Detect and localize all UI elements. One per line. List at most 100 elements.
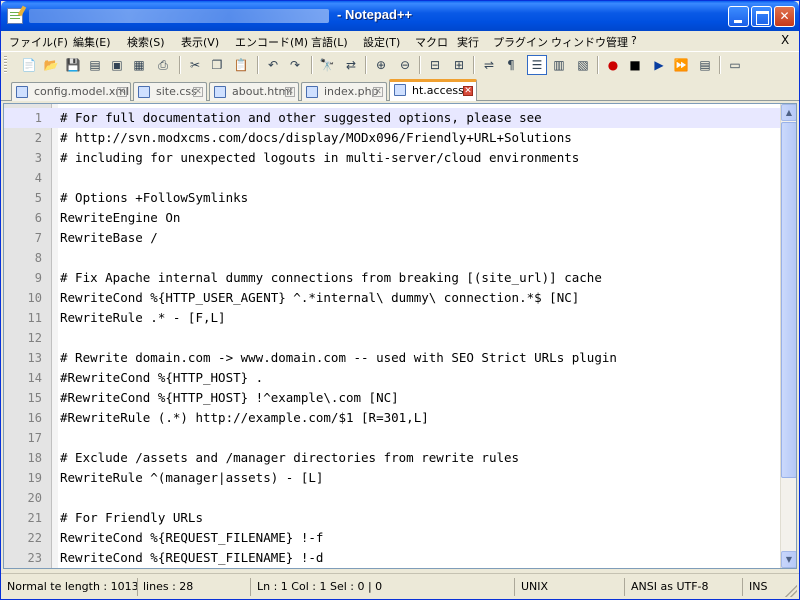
menu-edit[interactable]: 編集(E) [73, 34, 111, 50]
menu-settings[interactable]: 設定(T) [363, 34, 400, 50]
resize-grip[interactable] [785, 585, 797, 597]
run-macro-multiple-icon[interactable]: ⏩ [671, 55, 691, 75]
code-text[interactable]: RewriteRule .* - [F,L] [60, 308, 226, 328]
menu-view[interactable]: 表示(V) [181, 34, 219, 50]
scroll-up-icon[interactable]: ▲ [781, 104, 796, 121]
close-document-button[interactable]: X [781, 33, 789, 47]
close-all-icon[interactable]: ▦ [129, 55, 149, 75]
close-icon[interactable]: ▣ [107, 55, 127, 75]
code-text[interactable]: # Options +FollowSymlinks [60, 188, 248, 208]
play-macro-icon[interactable]: ▶ [649, 55, 669, 75]
tab-close-icon[interactable]: ✕ [285, 87, 295, 97]
minimize-button[interactable] [728, 6, 749, 27]
tab-index-php[interactable]: index.php ✕ [301, 82, 387, 101]
new-file-icon[interactable]: 📄 [19, 55, 39, 75]
user-lang-icon[interactable]: ▥ [549, 55, 569, 75]
scroll-thumb[interactable] [781, 122, 796, 478]
vertical-scrollbar[interactable]: ▲ ▼ [780, 104, 796, 568]
tab-site-css[interactable]: site.css ✕ [133, 82, 207, 101]
menu-search[interactable]: 検索(S) [127, 34, 165, 50]
code-text[interactable]: RewriteBase / [60, 228, 158, 248]
code-text[interactable]: # Exclude /assets and /manager directori… [60, 448, 519, 468]
code-line[interactable]: 12 [4, 328, 780, 348]
code-text[interactable]: #RewriteRule (.*) http://example.com/$1 … [60, 408, 429, 428]
print-icon[interactable]: ⎙ [153, 55, 173, 75]
code-text[interactable]: # http://svn.modxcms.com/docs/display/MO… [60, 128, 572, 148]
notepadpp-app-icon[interactable] [7, 8, 23, 24]
code-line[interactable]: 5 # Options +FollowSymlinks [4, 188, 780, 208]
code-line[interactable]: 1 # For full documentation and other sugg… [4, 108, 780, 128]
tab-close-icon[interactable]: ✕ [117, 87, 127, 97]
code-line[interactable]: 4 [4, 168, 780, 188]
code-line[interactable]: 10 RewriteCond %{HTTP_USER_AGENT} ^.*inte… [4, 288, 780, 308]
menu-language[interactable]: 言語(L) [311, 34, 348, 50]
menu-encoding[interactable]: エンコード(M) [235, 34, 308, 50]
code-text[interactable]: # including for unexpected logouts in mu… [60, 148, 579, 168]
tab-close-icon[interactable]: ✕ [193, 87, 203, 97]
maximize-button[interactable] [751, 6, 772, 27]
code-text[interactable]: RewriteRule ^(manager|assets) - [L] [60, 468, 323, 488]
paste-icon[interactable]: 📋 [231, 55, 251, 75]
scroll-down-icon[interactable]: ▼ [781, 551, 796, 568]
code-text[interactable]: RewriteCond %{REQUEST_FILENAME} !-f [60, 528, 323, 548]
toolbar-grip[interactable] [4, 56, 7, 74]
code-line[interactable]: 9 # Fix Apache internal dummy connections… [4, 268, 780, 288]
cut-icon[interactable]: ✂ [185, 55, 205, 75]
undo-icon[interactable]: ↶ [263, 55, 283, 75]
code-text[interactable]: # Rewrite domain.com -> www.domain.com -… [60, 348, 617, 368]
indent-guide-icon[interactable]: ☰ [527, 55, 547, 75]
menu-run[interactable]: 実行 [457, 34, 479, 50]
code-line[interactable]: 19 RewriteRule ^(manager|assets) - [L] [4, 468, 780, 488]
code-line[interactable]: 11 RewriteRule .* - [F,L] [4, 308, 780, 328]
code-text[interactable]: # Fix Apache internal dummy connections … [60, 268, 602, 288]
save-all-icon[interactable]: ▤ [85, 55, 105, 75]
save-icon[interactable]: 💾 [63, 55, 83, 75]
menu-macro[interactable]: マクロ [415, 34, 448, 50]
code-line[interactable]: 18 # Exclude /assets and /manager directo… [4, 448, 780, 468]
menu-window[interactable]: ウィンドウ管理 [551, 34, 628, 50]
code-line[interactable]: 3 # including for unexpected logouts in m… [4, 148, 780, 168]
redo-icon[interactable]: ↷ [285, 55, 305, 75]
sync-v-icon[interactable]: ⊟ [425, 55, 445, 75]
doc-map-icon[interactable]: ▧ [573, 55, 593, 75]
close-window-button[interactable]: ✕ [774, 6, 795, 27]
code-line[interactable]: 7 RewriteBase / [4, 228, 780, 248]
tab-close-icon[interactable]: ✕ [373, 87, 383, 97]
code-line[interactable]: 15 #RewriteCond %{HTTP_HOST} !^example\.c… [4, 388, 780, 408]
code-line[interactable]: 14 #RewriteCond %{HTTP_HOST} . [4, 368, 780, 388]
record-macro-icon[interactable]: ● [603, 55, 623, 75]
zoom-out-icon[interactable]: ⊖ [395, 55, 415, 75]
launch-icon[interactable]: ▭ [725, 55, 745, 75]
save-macro-icon[interactable]: ▤ [695, 55, 715, 75]
copy-icon[interactable]: ❐ [207, 55, 227, 75]
code-line[interactable]: 8 [4, 248, 780, 268]
show-all-chars-icon[interactable]: ¶ [501, 55, 521, 75]
code-text[interactable]: # For Friendly URLs [60, 508, 203, 528]
code-text[interactable]: #RewriteCond %{HTTP_HOST} !^example\.com… [60, 388, 399, 408]
title-bar[interactable]: - Notepad++ ✕ [1, 1, 799, 31]
code-line[interactable]: 6 RewriteEngine On [4, 208, 780, 228]
code-text[interactable]: RewriteCond %{HTTP_USER_AGENT} ^.*intern… [60, 288, 579, 308]
code-text[interactable]: RewriteCond %{REQUEST_FILENAME} !-d [60, 548, 323, 568]
code-line[interactable]: 17 [4, 428, 780, 448]
code-text[interactable]: RewriteEngine On [60, 208, 180, 228]
menu-help[interactable]: ? [631, 34, 637, 47]
code-editor[interactable]: 1 # For full documentation and other sugg… [3, 103, 797, 569]
code-line[interactable]: 21 # For Friendly URLs [4, 508, 780, 528]
menu-file[interactable]: ファイル(F) [9, 34, 68, 50]
code-text[interactable]: #RewriteCond %{HTTP_HOST} . [60, 368, 263, 388]
tab-ht-access[interactable]: ht.access ✕ [389, 79, 477, 101]
code-line[interactable]: 22 RewriteCond %{REQUEST_FILENAME} !-f [4, 528, 780, 548]
replace-icon[interactable]: ⇄ [341, 55, 361, 75]
zoom-in-icon[interactable]: ⊕ [371, 55, 391, 75]
sync-h-icon[interactable]: ⊞ [449, 55, 469, 75]
open-file-icon[interactable]: 📂 [41, 55, 61, 75]
code-line[interactable]: 13 # Rewrite domain.com -> www.domain.com… [4, 348, 780, 368]
code-line[interactable]: 2 # http://svn.modxcms.com/docs/display/M… [4, 128, 780, 148]
word-wrap-icon[interactable]: ⇌ [479, 55, 499, 75]
code-line[interactable]: 20 [4, 488, 780, 508]
tab-about-html[interactable]: about.html ✕ [209, 82, 299, 101]
tab-close-icon[interactable]: ✕ [463, 86, 473, 96]
stop-macro-icon[interactable]: ■ [625, 55, 645, 75]
code-line[interactable]: 23 RewriteCond %{REQUEST_FILENAME} !-d [4, 548, 780, 568]
